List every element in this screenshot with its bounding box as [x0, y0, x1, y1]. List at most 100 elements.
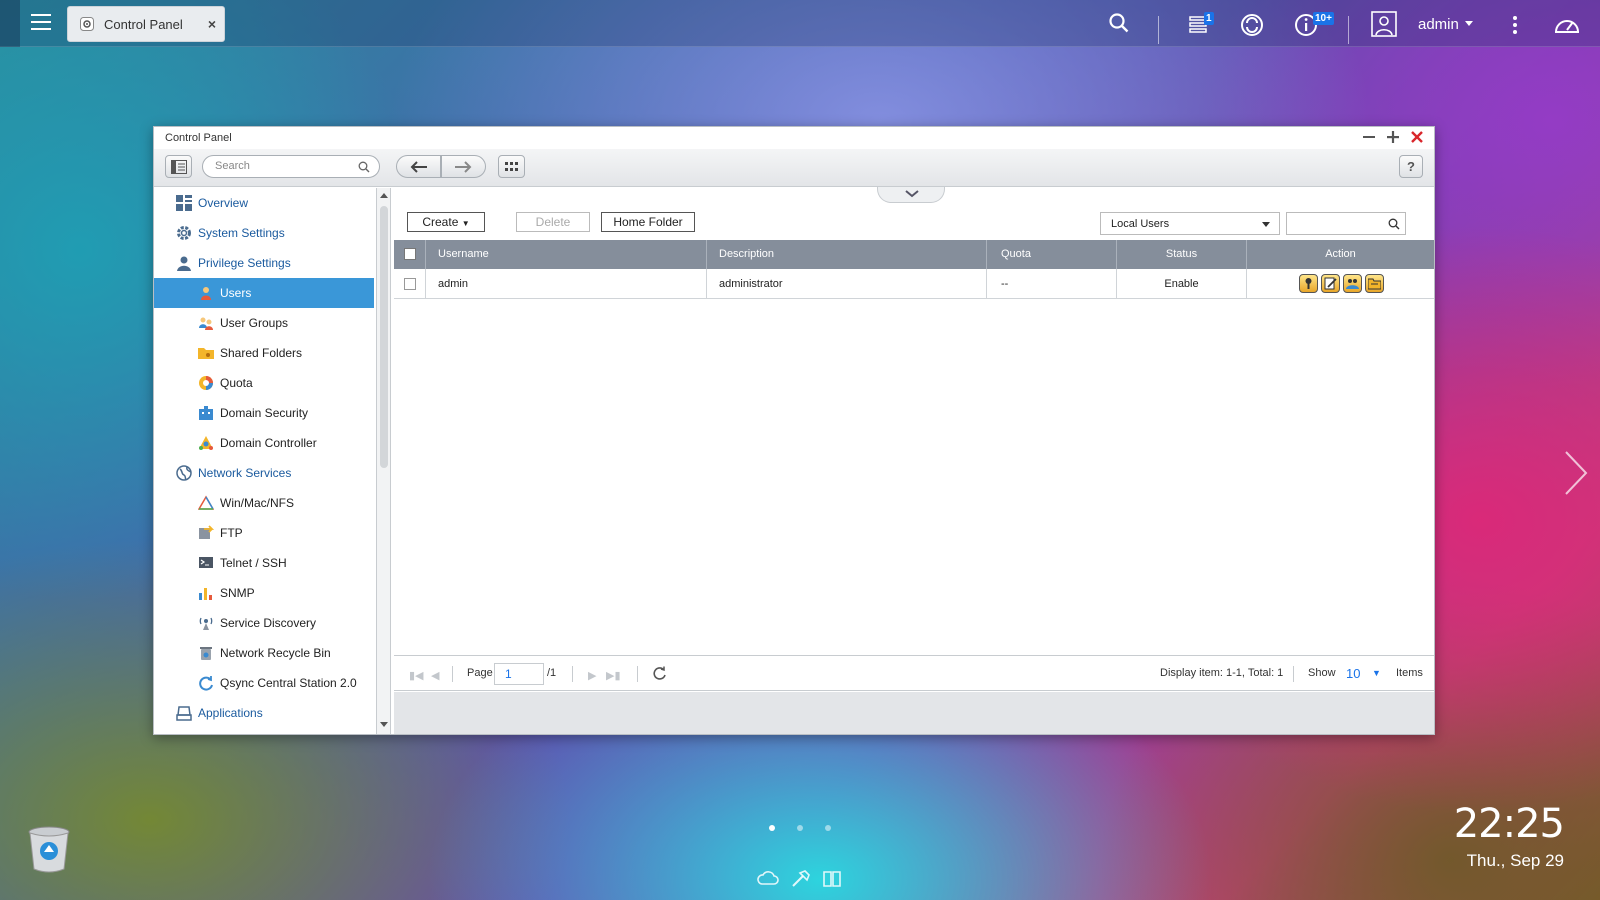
window-toolbar: ? [154, 149, 1434, 187]
toggle-sidebar-button[interactable] [165, 155, 192, 178]
scroll-down-arrow-icon[interactable] [380, 722, 388, 727]
next-desktop-chevron-icon[interactable] [1563, 449, 1589, 497]
sidebar-item-label: User Groups [220, 316, 289, 330]
user-type-dropdown[interactable]: Local Users [1100, 212, 1280, 235]
sidebar-item-privilege-settings[interactable]: Privilege Settings [154, 248, 374, 278]
search-icon[interactable] [1388, 218, 1400, 230]
collapse-panel-button[interactable] [877, 187, 945, 203]
prev-page-icon[interactable]: ◀ [431, 669, 439, 682]
refresh-icon[interactable] [652, 666, 667, 681]
home-folder-button[interactable]: Home Folder [601, 212, 695, 232]
apps-grid-button[interactable] [498, 155, 525, 178]
select-all-cell [394, 240, 426, 269]
sidebar-item-network-recycle-bin[interactable]: Network Recycle Bin [154, 638, 374, 668]
cell-description: administrator [707, 269, 987, 299]
user-type-selected: Local Users [1111, 218, 1170, 230]
table-row[interactable]: admin administrator -- Enable [394, 269, 1434, 299]
edit-profile-icon[interactable] [1321, 274, 1340, 293]
desktop-page-dot[interactable] [825, 825, 831, 831]
maximize-icon[interactable] [1386, 130, 1400, 144]
sidebar-item-quota[interactable]: Quota [154, 368, 374, 398]
sidebar-item-label: Qsync Central Station 2.0 [220, 676, 357, 690]
sidebar-item-user-groups[interactable]: User Groups [154, 308, 374, 338]
sidebar-item-domain-security[interactable]: Domain Security [154, 398, 374, 428]
scrollbar-thumb[interactable] [380, 206, 388, 468]
back-button[interactable] [396, 155, 441, 178]
pager-separator [1293, 666, 1294, 682]
edit-user-group-icon[interactable] [1343, 274, 1362, 293]
domain-controller-icon [198, 435, 214, 451]
globe-icon [176, 465, 192, 481]
user-avatar-icon[interactable] [1371, 11, 1397, 37]
sidebar-item-shared-folders[interactable]: Shared Folders [154, 338, 374, 368]
sidebar-item-snmp[interactable]: SNMP [154, 578, 374, 608]
sidebar-item-ftp[interactable]: FTP [154, 518, 374, 548]
last-page-icon[interactable]: ▶▮ [606, 669, 621, 682]
desktop-page-dot-active[interactable] [769, 825, 775, 831]
sidebar-item-label: Quota [220, 376, 253, 390]
sidebar-item-service-discovery[interactable]: Service Discovery [154, 608, 374, 638]
control-panel-window: Control Panel Search ? Overview System S… [153, 126, 1435, 735]
gear-icon [176, 225, 192, 241]
sidebar-item-network-services[interactable]: Network Services [154, 458, 374, 488]
close-window-icon[interactable] [1410, 130, 1424, 144]
sidebar-item-label: Domain Security [220, 406, 309, 420]
edit-folder-permission-icon[interactable] [1365, 274, 1384, 293]
user-menu-caret-icon[interactable] [1465, 21, 1473, 26]
scroll-up-arrow-icon[interactable] [380, 193, 388, 198]
sidebar-item-telnet-ssh[interactable]: Telnet / SSH [154, 548, 374, 578]
desktop-date: Thu., Sep 29 [1466, 851, 1564, 870]
sidebar-item-overview[interactable]: Overview [154, 188, 374, 218]
dashboard-gauge-icon[interactable] [1553, 14, 1581, 34]
column-header-username[interactable]: Username [426, 240, 707, 269]
minimize-icon[interactable] [1362, 130, 1376, 144]
sidebar-item-applications[interactable]: Applications [154, 698, 374, 728]
cloud-icon[interactable] [757, 870, 779, 886]
sidebar-item-users[interactable]: Users [154, 278, 374, 308]
forward-button[interactable] [441, 155, 486, 178]
create-button[interactable]: Create ▼ [407, 212, 485, 232]
edit-password-icon[interactable] [1299, 274, 1318, 293]
sidebar-item-label: Network Recycle Bin [220, 646, 331, 660]
select-all-checkbox[interactable] [404, 248, 416, 260]
external-device-icon[interactable] [1240, 13, 1264, 37]
sidebar-scrollbar[interactable] [377, 188, 391, 734]
first-page-icon[interactable]: ▮◀ [409, 669, 424, 682]
sidebar-item-label: Domain Controller [220, 436, 317, 450]
items-per-page-caret-icon[interactable]: ▼ [1372, 668, 1381, 678]
tools-icon[interactable] [790, 870, 810, 888]
search-icon[interactable] [1109, 13, 1129, 33]
sidebar-search-input[interactable] [215, 160, 355, 172]
desktop-page-dot[interactable] [797, 825, 803, 831]
page-number-input[interactable] [494, 663, 544, 685]
column-header-description[interactable]: Description [707, 240, 987, 269]
delete-button[interactable]: Delete [516, 212, 590, 232]
sidebar-search-field[interactable] [202, 155, 380, 178]
sidebar-item-label: Shared Folders [220, 346, 303, 360]
taskbar-tab-close-icon[interactable]: × [208, 16, 216, 32]
recycle-bin-desktop-icon[interactable] [27, 825, 71, 873]
hamburger-menu-icon[interactable] [30, 12, 52, 32]
more-options-icon[interactable] [1512, 15, 1518, 35]
user-menu[interactable]: admin [1418, 16, 1459, 33]
sidebar-item-system-settings[interactable]: System Settings [154, 218, 374, 248]
recycle-bin-icon [198, 645, 214, 661]
sidebar-item-domain-controller[interactable]: Domain Controller [154, 428, 374, 458]
items-per-page-select[interactable]: 10 [1346, 666, 1360, 681]
column-header-status[interactable]: Status [1117, 240, 1247, 269]
desktop-clock: 22:25 [1453, 801, 1565, 847]
next-page-icon[interactable]: ▶ [588, 669, 596, 682]
main-panel: Create ▼ Delete Home Folder Local Users … [394, 187, 1434, 734]
column-header-quota[interactable]: Quota [987, 240, 1117, 269]
taskbar-tab-control-panel[interactable]: Control Panel × [67, 6, 225, 42]
create-caret-icon: ▼ [461, 219, 470, 228]
row-checkbox[interactable] [404, 278, 416, 290]
top-bar: Control Panel × 1 10+ admin [0, 0, 1600, 47]
user-search-input[interactable] [1293, 217, 1383, 229]
sidebar-item-qsync-central-station[interactable]: Qsync Central Station 2.0 [154, 668, 374, 698]
user-search-field[interactable] [1286, 212, 1406, 235]
sidebar-item-win-mac-nfs[interactable]: Win/Mac/NFS [154, 488, 374, 518]
book-icon[interactable] [822, 870, 842, 888]
help-button[interactable]: ? [1399, 155, 1423, 178]
discovery-icon [198, 615, 214, 631]
